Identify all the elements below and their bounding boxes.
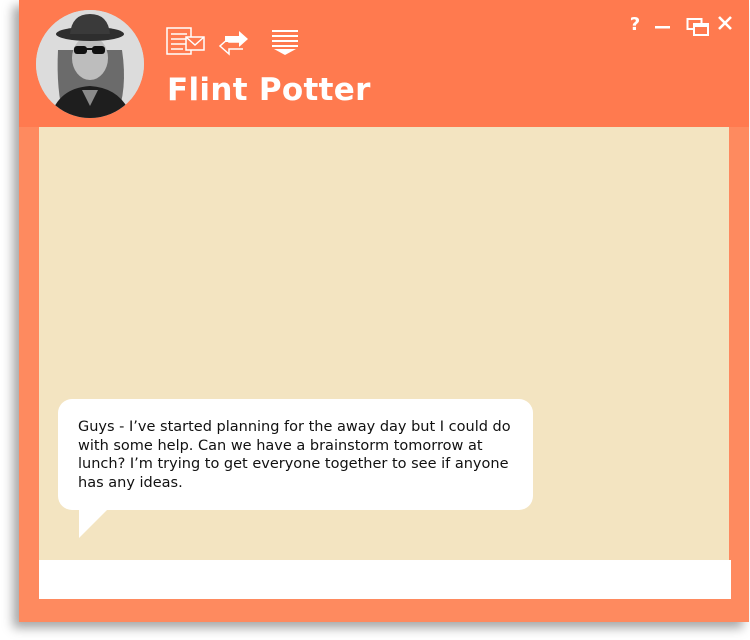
transfer-icon[interactable] <box>217 28 251 60</box>
message-input[interactable] <box>39 560 731 599</box>
contact-name: Flint Potter <box>167 72 371 108</box>
title-bar[interactable]: Flint Potter ? <box>19 0 749 127</box>
minimize-icon[interactable] <box>653 16 673 36</box>
restore-icon[interactable] <box>686 16 710 38</box>
message-bubble: Guys - I’ve started planning for the awa… <box>58 399 533 510</box>
close-icon[interactable] <box>717 15 733 31</box>
avatar[interactable] <box>36 10 144 118</box>
message-area: Guys - I’ve started planning for the awa… <box>39 127 729 560</box>
menu-dropdown-icon[interactable] <box>272 30 300 60</box>
help-icon[interactable]: ? <box>627 13 643 37</box>
message-text: Guys - I’ve started planning for the awa… <box>78 419 511 491</box>
chat-window: Flint Potter ? Guys - I’ve started plann… <box>19 0 749 622</box>
email-transcript-icon[interactable] <box>166 25 206 59</box>
bubble-tail <box>79 508 109 538</box>
avatar-photo <box>36 10 144 118</box>
